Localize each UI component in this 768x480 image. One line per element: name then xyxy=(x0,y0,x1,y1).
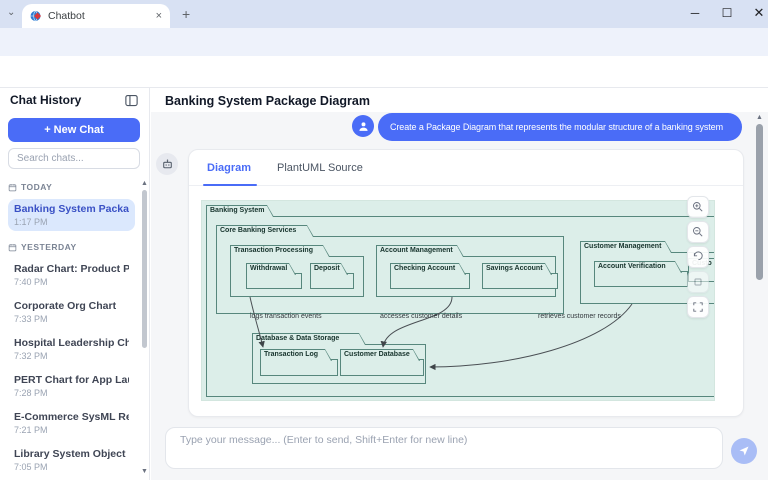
robot-icon xyxy=(161,158,174,171)
main-area: Banking System Package Diagram Create a … xyxy=(151,88,768,480)
rotate-ccw-icon xyxy=(692,251,704,263)
package-body-customer-database xyxy=(340,359,424,376)
section-header-yesterday: YESTERDAY xyxy=(8,240,135,254)
package-tab-account-verification: Account Verification xyxy=(594,261,682,273)
new-tab-icon[interactable]: + xyxy=(182,7,190,21)
window-minimize-icon[interactable]: ─ xyxy=(680,0,710,26)
chat-list-item[interactable]: Hospital Leadership Chart 7:32 PM xyxy=(8,333,135,365)
collapse-panel-icon[interactable] xyxy=(124,93,139,108)
zoom-out-button[interactable] xyxy=(687,221,709,243)
app-header: Chatbot Powered by Visual Paradigm More … xyxy=(0,56,768,88)
package-tab-checking-account: Checking Account xyxy=(390,263,466,275)
reset-view-button[interactable] xyxy=(687,246,709,268)
window-maximize-icon[interactable]: ☐ xyxy=(712,0,742,26)
package-tab-account-management: Account Management xyxy=(376,245,464,257)
package-tab-customer-management: Customer Management xyxy=(580,241,672,253)
package-tab-database-data-storage: Database & Data Storage xyxy=(252,333,366,345)
package-tab-withdrawal: Withdrawal xyxy=(246,263,296,275)
package-body-checking-account xyxy=(390,273,470,289)
fit-view-button[interactable] xyxy=(687,271,709,293)
tab-search-chevron-icon[interactable]: ⌄ xyxy=(7,8,15,18)
fullscreen-button[interactable] xyxy=(687,296,709,318)
edge-label: logs transaction events xyxy=(250,313,322,320)
window-close-icon[interactable]: ✕ xyxy=(744,0,768,26)
calendar-icon xyxy=(8,183,17,192)
package-body-deposit xyxy=(310,273,354,289)
message-input[interactable] xyxy=(165,427,723,469)
chat-scrollbar-thumb[interactable] xyxy=(756,124,763,280)
send-button[interactable] xyxy=(731,438,757,464)
sidebar-scroll-down-icon[interactable]: ▼ xyxy=(141,468,148,475)
tab-title: Chatbot xyxy=(48,10,156,22)
browser-tab[interactable]: Chatbot × xyxy=(22,4,170,28)
package-tab-banking-system: Banking System xyxy=(206,205,274,217)
card-tabs: Diagram PlantUML Source xyxy=(189,150,743,186)
paper-plane-icon xyxy=(738,445,750,457)
tab-plantuml-source[interactable]: PlantUML Source xyxy=(277,162,363,174)
fit-view-icon xyxy=(692,276,704,288)
package-tab-transaction-log: Transaction Log xyxy=(260,349,332,361)
chat-list-item[interactable]: Radar Chart: Product Perfor... 7:40 PM xyxy=(8,259,135,291)
active-tab-underline xyxy=(203,184,257,186)
sidebar-scrollbar-thumb[interactable] xyxy=(142,190,147,348)
package-body-savings-account xyxy=(482,273,558,289)
person-icon xyxy=(357,120,370,133)
diagram-canvas[interactable]: Banking System Core Banking Services Tra… xyxy=(201,200,715,401)
chat-list-item[interactable]: Corporate Org Chart 7:33 PM xyxy=(8,296,135,328)
sidebar: Chat History + New Chat TODAY Banking Sy… xyxy=(0,88,150,480)
sidebar-title: Chat History xyxy=(10,93,124,107)
user-message-bubble: Create a Package Diagram that represents… xyxy=(378,113,742,141)
package-body-account-verification xyxy=(594,271,688,287)
chat-list-item[interactable]: PERT Chart for App Launch 7:28 PM xyxy=(8,370,135,402)
browser-titlebar: ⌄ Chatbot × + ─ ☐ ✕ xyxy=(0,0,768,28)
new-chat-button[interactable]: + New Chat xyxy=(8,118,140,142)
zoom-in-button[interactable] xyxy=(687,196,709,218)
package-tab-customer-database: Customer Database xyxy=(340,349,420,361)
section-header-today: TODAY xyxy=(8,180,135,194)
vp-favicon-icon xyxy=(30,10,42,22)
package-body-transaction-log xyxy=(260,359,338,376)
diagram-card: Diagram PlantUML Source Banking System C… xyxy=(188,149,744,417)
chat-list-item[interactable]: E-Commerce SysML Require... 7:21 PM xyxy=(8,407,135,439)
package-tab-core-banking-services: Core Banking Services xyxy=(216,225,314,237)
sidebar-scroll-up-icon[interactable]: ▲ xyxy=(141,180,148,187)
tab-close-icon[interactable]: × xyxy=(156,11,162,22)
user-avatar xyxy=(352,115,374,137)
package-tab-transaction-processing: Transaction Processing xyxy=(230,245,330,257)
edge-label: accesses customer details xyxy=(380,313,462,320)
chat-scroll-up-icon[interactable]: ▲ xyxy=(756,114,763,121)
edge-label: retrieves customer records xyxy=(538,313,621,320)
chat-list-item[interactable]: Library System Object Diagr... 7:05 PM xyxy=(8,444,135,476)
chat-list: TODAY Banking System Package Dia... 1:17… xyxy=(0,174,141,480)
tab-diagram[interactable]: Diagram xyxy=(207,162,251,174)
chat-list-item[interactable]: Banking System Package Dia... 1:17 PM xyxy=(8,199,135,231)
browser-toolbar: ← → ⟳ ai-toolbox.visual-paradigm.com/app… xyxy=(0,28,768,56)
search-input[interactable] xyxy=(8,148,140,169)
bot-avatar xyxy=(156,153,178,175)
zoom-out-icon xyxy=(692,226,704,238)
sidebar-header: Chat History xyxy=(0,88,149,112)
package-tab-savings-account: Savings Account xyxy=(482,263,552,275)
page-title: Banking System Package Diagram xyxy=(151,88,768,112)
package-body-withdrawal xyxy=(246,273,302,289)
zoom-in-icon xyxy=(692,201,704,213)
expand-icon xyxy=(692,301,704,313)
calendar-icon xyxy=(8,243,17,252)
